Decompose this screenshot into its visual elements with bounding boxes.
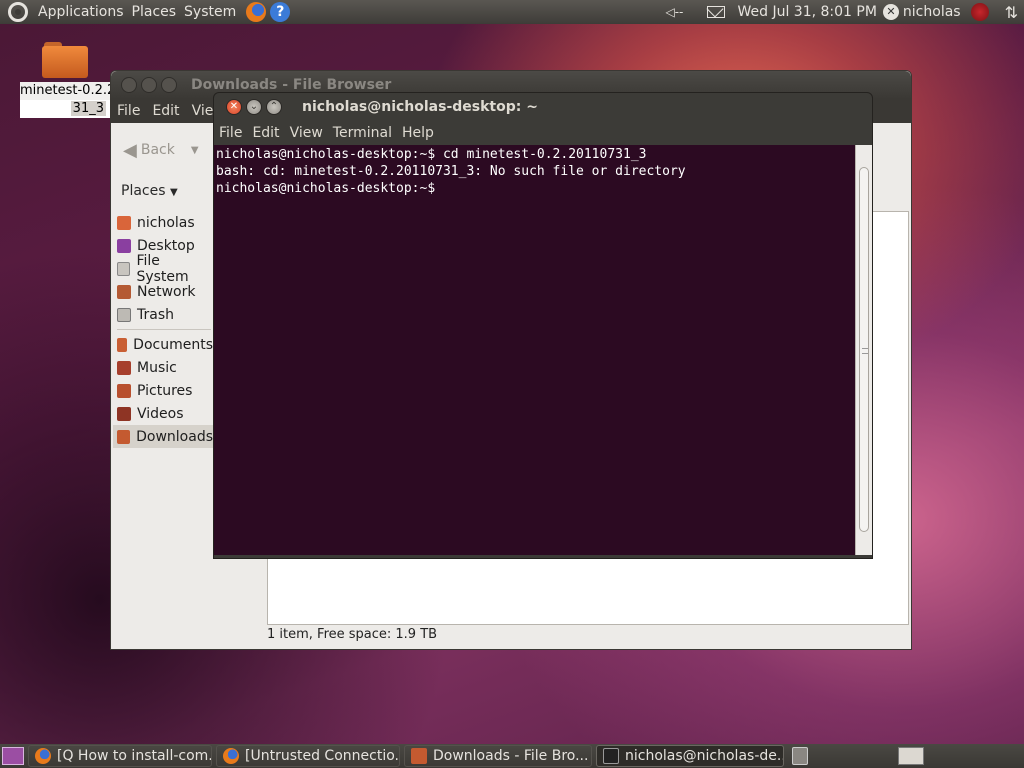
sidebar-item-downloads[interactable]: Downloads xyxy=(113,425,213,448)
taskbar-item-firefox-q[interactable]: [Q How to install-com... xyxy=(28,745,212,767)
terminal-line: nicholas@nicholas-desktop:~$ cd minetest… xyxy=(216,147,647,162)
places-sidebar: nicholas Desktop File System Network Tra… xyxy=(113,211,213,448)
user-name[interactable]: nicholas xyxy=(903,4,961,20)
terminal-prompt-line: nicholas@nicholas-desktop:~$ xyxy=(216,181,443,196)
music-folder-icon xyxy=(117,360,131,375)
menu-places[interactable]: Places xyxy=(128,4,181,20)
clock[interactable]: Wed Jul 31, 8:01 PM xyxy=(737,4,876,20)
documents-folder-icon xyxy=(117,337,128,352)
folder-icon xyxy=(42,40,88,80)
user-status-icon[interactable]: ✕ xyxy=(882,4,899,20)
status-bar: 1 item, Free space: 1.9 TB xyxy=(267,627,438,642)
window-title: Downloads - File Browser xyxy=(191,77,392,93)
menu-file[interactable]: File xyxy=(214,125,247,141)
workspace-switcher[interactable] xyxy=(898,747,924,765)
drive-icon xyxy=(117,261,131,276)
pictures-folder-icon xyxy=(117,383,131,398)
mail-icon[interactable] xyxy=(707,6,726,18)
menu-edit[interactable]: Edit xyxy=(247,125,284,141)
panel-indicators: ◁-- Wed Jul 31, 8:01 PM ✕ nicholas ⇅ xyxy=(659,0,1024,24)
sidebar-item-music[interactable]: Music xyxy=(113,356,213,379)
minimize-button[interactable] xyxy=(141,77,157,93)
firefox-icon[interactable] xyxy=(246,2,267,22)
trash-icon xyxy=(117,307,131,322)
chevron-down-icon: ▼ xyxy=(169,187,178,198)
taskbar-item-firefox-untrusted[interactable]: [Untrusted Connectio... xyxy=(216,745,400,767)
back-button[interactable]: Back xyxy=(141,142,175,158)
show-desktop-icon[interactable] xyxy=(2,747,24,765)
desktop-icon xyxy=(117,238,131,253)
terminal-window: ✕ ⌄ ⌃ nicholas@nicholas-desktop: ~ File … xyxy=(213,92,873,559)
folder-icon xyxy=(411,748,427,764)
trash-icon[interactable] xyxy=(792,747,808,765)
sidebar-divider xyxy=(117,329,211,330)
menu-system[interactable]: System xyxy=(180,4,240,20)
sidebar-item-videos[interactable]: Videos xyxy=(113,402,213,425)
desktop-icon-label-cont: 31_3 xyxy=(20,100,110,118)
places-dropdown[interactable]: Places ▼ xyxy=(121,183,178,199)
menu-file[interactable]: File xyxy=(111,103,146,119)
sidebar-item-pictures[interactable]: Pictures xyxy=(113,379,213,402)
minimize-button[interactable]: ⌄ xyxy=(246,99,262,115)
terminal-titlebar[interactable]: ✕ ⌄ ⌃ nicholas@nicholas-desktop: ~ xyxy=(214,93,872,121)
desktop-folder-minetest[interactable]: minetest-0.2.2 31_3 xyxy=(20,40,110,118)
scrollbar-thumb[interactable] xyxy=(859,167,869,532)
menu-edit[interactable]: Edit xyxy=(146,103,185,119)
sidebar-item-nicholas[interactable]: nicholas xyxy=(113,211,213,234)
maximize-button[interactable] xyxy=(161,77,177,93)
maximize-button[interactable]: ⌃ xyxy=(266,99,282,115)
menu-terminal[interactable]: Terminal xyxy=(328,125,397,141)
shutdown-icon[interactable] xyxy=(970,3,989,21)
top-panel: Applications Places System ? ◁-- Wed Jul… xyxy=(0,0,1024,24)
terminal-line: bash: cd: minetest-0.2.20110731_3: No su… xyxy=(216,164,686,179)
desktop-icon-label: minetest-0.2.2 xyxy=(20,82,110,100)
menu-applications[interactable]: Applications xyxy=(34,4,128,20)
bottom-panel: [Q How to install-com... [Untrusted Conn… xyxy=(0,744,1024,768)
firefox-icon xyxy=(223,748,239,764)
taskbar-item-file-browser[interactable]: Downloads - File Bro... xyxy=(404,745,592,767)
menu-help[interactable]: Help xyxy=(397,125,439,141)
sidebar-item-documents[interactable]: Documents xyxy=(113,333,213,356)
ubuntu-logo-icon[interactable] xyxy=(8,2,28,22)
close-button[interactable]: ✕ xyxy=(226,99,242,115)
terminal-scrollbar[interactable] xyxy=(855,145,872,555)
back-arrow-icon: ◀ xyxy=(123,139,137,161)
network-icon[interactable]: ⇅ xyxy=(1005,3,1018,22)
volume-icon[interactable]: ◁-- xyxy=(665,5,695,19)
home-folder-icon xyxy=(117,215,131,230)
videos-folder-icon xyxy=(117,406,131,421)
downloads-folder-icon xyxy=(117,429,131,444)
terminal-menubar: File Edit View Terminal Help xyxy=(214,121,872,145)
network-folder-icon xyxy=(117,284,131,299)
terminal-icon xyxy=(603,748,619,764)
back-dropdown-icon[interactable]: ▼ xyxy=(191,145,199,156)
help-icon[interactable]: ? xyxy=(270,2,291,22)
window-title: nicholas@nicholas-desktop: ~ xyxy=(302,99,538,115)
sidebar-item-trash[interactable]: Trash xyxy=(113,303,213,326)
firefox-icon xyxy=(35,748,51,764)
taskbar-item-terminal[interactable]: nicholas@nicholas-de... xyxy=(596,745,784,767)
close-button[interactable] xyxy=(121,77,137,93)
terminal-output[interactable]: nicholas@nicholas-desktop:~$ cd minetest… xyxy=(214,145,857,555)
sidebar-item-file-system[interactable]: File System xyxy=(113,253,213,285)
menu-view[interactable]: View xyxy=(285,125,328,141)
